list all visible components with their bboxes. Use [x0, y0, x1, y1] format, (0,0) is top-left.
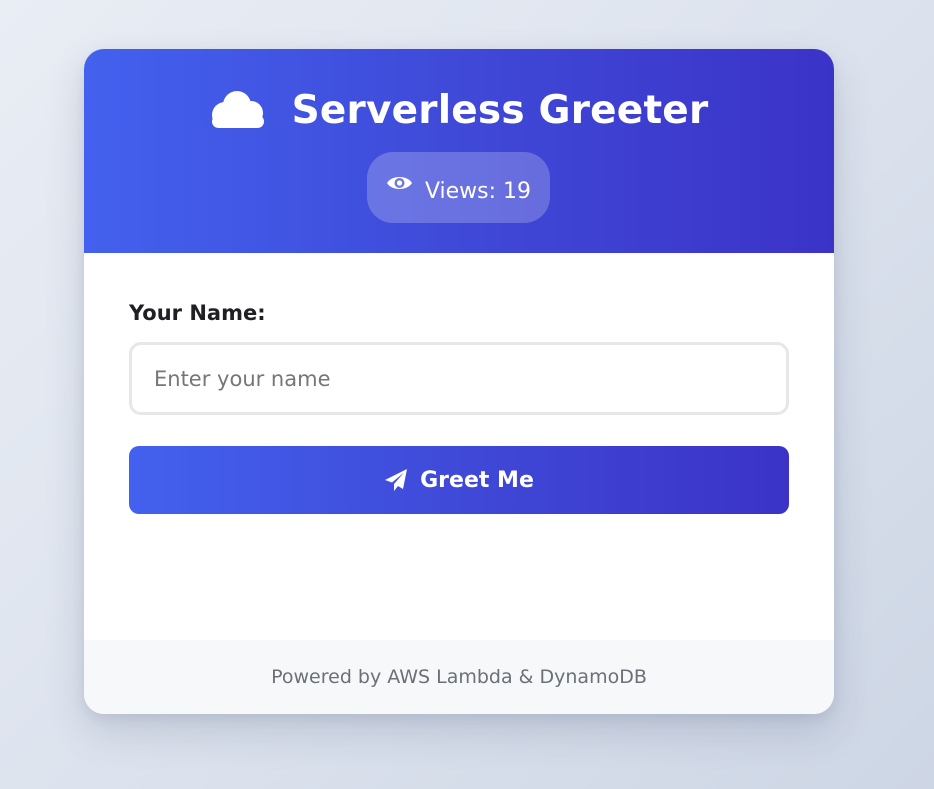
views-badge: Views: 19 [367, 152, 550, 223]
paper-plane-icon [385, 469, 408, 491]
views-counter: Views: 19 [425, 179, 531, 204]
name-input[interactable] [129, 342, 789, 415]
card-header: Serverless Greeter Views: 19 [84, 49, 834, 253]
title-row: Serverless Greeter [84, 85, 834, 135]
name-label: Your Name: [129, 301, 266, 325]
card-footer: Powered by AWS Lambda & DynamoDB [84, 640, 834, 714]
greet-me-label: Greet Me [420, 467, 534, 493]
eye-icon [386, 176, 412, 189]
footer-text: Powered by AWS Lambda & DynamoDB [271, 666, 647, 688]
views-label: Views: [424, 179, 497, 204]
cloud-icon [211, 91, 264, 128]
greeter-card: Serverless Greeter Views: 19 Your Name: … [84, 49, 834, 714]
page-title: Serverless Greeter [291, 87, 709, 133]
greet-me-button[interactable]: Greet Me [129, 446, 789, 514]
views-count: 19 [503, 179, 532, 204]
